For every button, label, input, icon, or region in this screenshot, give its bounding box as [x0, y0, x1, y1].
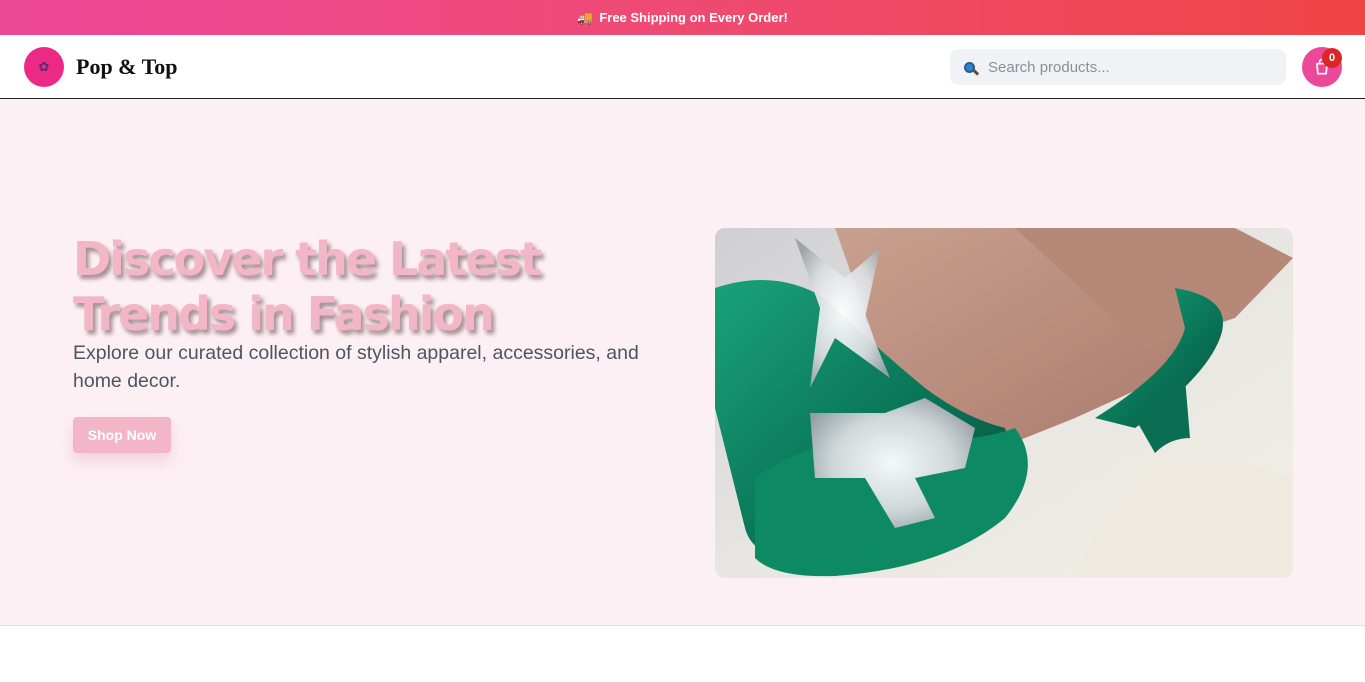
announcement-text: Free Shipping on Every Order! [599, 10, 788, 25]
site-header: ✿ Pop & Top 0 [0, 35, 1365, 99]
cart-count-badge: 0 [1322, 48, 1342, 68]
flower-icon: ✿ [38, 59, 50, 74]
truck-icon: 🚚 [577, 9, 594, 25]
hero-image [715, 228, 1293, 578]
search-icon [964, 62, 980, 76]
announcement-bar: 🚚 Free Shipping on Every Order! [0, 0, 1365, 35]
hero-subtitle: Explore our curated collection of stylis… [73, 342, 639, 392]
search-bar [950, 49, 1286, 85]
brand-name[interactable]: Pop & Top [76, 54, 178, 80]
shop-now-button[interactable]: Shop Now [73, 417, 171, 453]
logo[interactable]: ✿ [24, 47, 64, 87]
search-input[interactable] [988, 58, 1258, 76]
hero-title: Discover the Latest Trends in Fashion [73, 232, 542, 341]
hero-section: Discover the Latest Trends in Fashion Ex… [0, 99, 1365, 626]
announcement-content: 🚚 Free Shipping on Every Order! [577, 10, 788, 26]
